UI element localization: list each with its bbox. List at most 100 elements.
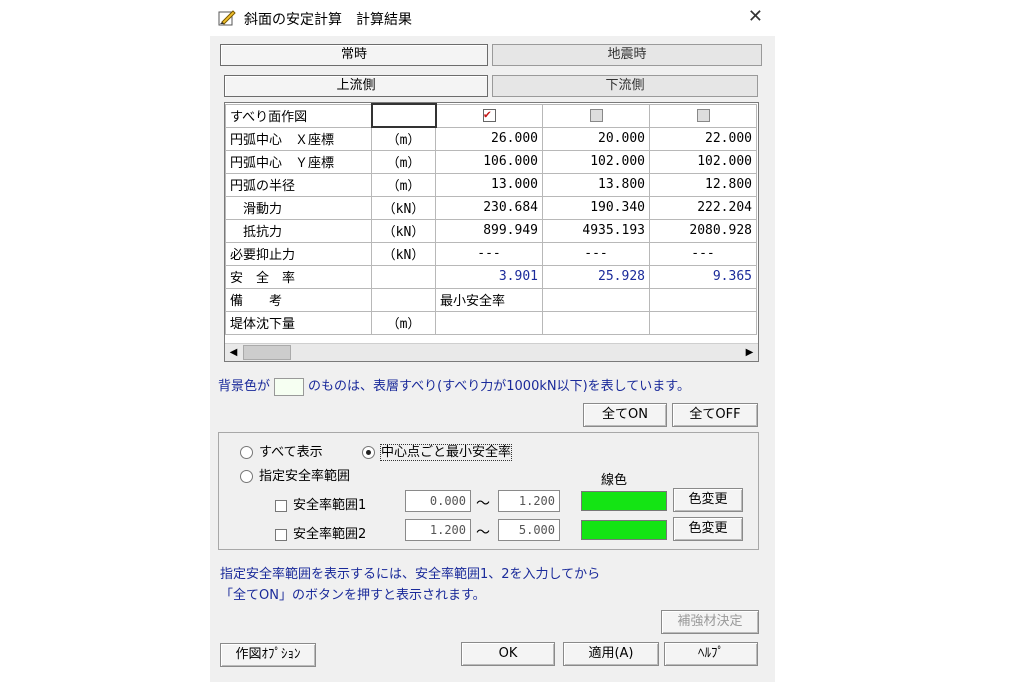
range2-color-button[interactable]: 色変更 bbox=[673, 517, 743, 541]
slip-draw-check-1[interactable] bbox=[435, 103, 543, 128]
slip-draw-check-2[interactable] bbox=[542, 103, 650, 128]
row-unit: （m） bbox=[371, 310, 436, 335]
title-bar: 斜面の安定計算 計算結果 ✕ bbox=[210, 0, 775, 36]
radio-label: 指定安全率範囲 bbox=[259, 469, 351, 484]
row-label: 安 全 率 bbox=[225, 264, 372, 289]
table-row: 滑動力 （kN） 230.684 190.340 222.204 bbox=[225, 195, 757, 220]
cell-value[interactable]: --- bbox=[435, 241, 543, 266]
cell-value[interactable] bbox=[649, 310, 757, 335]
cell-value[interactable]: 13.800 bbox=[542, 172, 650, 197]
scroll-left-icon[interactable]: ◀ bbox=[225, 344, 242, 361]
row-label: すべり面作図 bbox=[225, 103, 372, 128]
apply-button[interactable]: 適用(A) bbox=[563, 642, 659, 666]
table-row: 円弧中心 Ｙ座標 （m） 106.000 102.000 102.000 bbox=[225, 149, 757, 174]
range1-checkbox[interactable]: 安全率範囲1 bbox=[275, 494, 366, 513]
drawing-options-button[interactable]: 作図ｵﾌﾟｼｮﾝ bbox=[220, 643, 316, 667]
cell-value[interactable]: 899.949 bbox=[435, 218, 543, 243]
close-icon[interactable]: ✕ bbox=[748, 6, 763, 27]
tab-normal[interactable]: 常時 bbox=[220, 44, 488, 66]
note-text: 背景色が bbox=[218, 379, 271, 394]
safety-factor-value[interactable]: 3.901 bbox=[435, 264, 543, 289]
cell-value[interactable]: 4935.193 bbox=[542, 218, 650, 243]
ok-button[interactable]: OK bbox=[461, 642, 555, 666]
row-label: 抵抗力 bbox=[225, 218, 372, 243]
radio-show-all[interactable]: すべて表示 bbox=[240, 441, 323, 460]
cell-value[interactable]: 22.000 bbox=[649, 126, 757, 151]
app-icon bbox=[218, 10, 236, 26]
range-instruction-line2: 「全てON」のボタンを押すと表示されます。 bbox=[220, 588, 486, 603]
cell-value[interactable]: 222.204 bbox=[649, 195, 757, 220]
checkbox-label: 安全率範囲2 bbox=[293, 527, 367, 542]
cell-value[interactable] bbox=[542, 310, 650, 335]
table-row: 円弧中心 Ｘ座標 （m） 26.000 20.000 22.000 bbox=[225, 126, 757, 151]
range2-color-swatch bbox=[581, 520, 667, 540]
cell-value[interactable]: --- bbox=[542, 241, 650, 266]
cell-value[interactable]: 190.340 bbox=[542, 195, 650, 220]
cell-value[interactable]: 26.000 bbox=[435, 126, 543, 151]
remark-value[interactable] bbox=[649, 287, 757, 312]
cell-value[interactable] bbox=[435, 310, 543, 335]
range1-color-button[interactable]: 色変更 bbox=[673, 488, 743, 512]
radio-icon bbox=[240, 446, 253, 459]
table-row: 必要抑止力 （kN） --- --- --- bbox=[225, 241, 757, 266]
range2-checkbox[interactable]: 安全率範囲2 bbox=[275, 523, 366, 542]
tab-earthquake[interactable]: 地震時 bbox=[492, 44, 762, 66]
table-row: 円弧の半径 （m） 13.000 13.800 12.800 bbox=[225, 172, 757, 197]
row-unit bbox=[371, 287, 436, 312]
range1-from-input[interactable]: 0.000 bbox=[405, 490, 471, 512]
horizontal-scrollbar[interactable]: ◀ ▶ bbox=[225, 343, 758, 361]
reinforcement-decide-button[interactable]: 補強材決定 bbox=[661, 610, 759, 634]
cell-value[interactable]: 20.000 bbox=[542, 126, 650, 151]
checkbox-icon bbox=[275, 528, 287, 541]
checkbox-icon bbox=[589, 109, 603, 122]
tab-upstream[interactable]: 上流側 bbox=[224, 75, 488, 97]
all-on-button[interactable]: 全てON bbox=[583, 403, 667, 427]
results-table: すべり面作図 円弧中心 Ｘ座標 （m） 26.000 20.000 22.000… bbox=[225, 103, 757, 335]
background-swatch bbox=[274, 377, 305, 396]
cell-value[interactable]: 13.000 bbox=[435, 172, 543, 197]
row-label: 備 考 bbox=[225, 287, 372, 312]
cell-value[interactable]: --- bbox=[649, 241, 757, 266]
scroll-thumb[interactable] bbox=[243, 345, 291, 360]
cell-value[interactable]: 106.000 bbox=[435, 149, 543, 174]
cell-value[interactable]: 230.684 bbox=[435, 195, 543, 220]
radio-label: すべて表示 bbox=[259, 445, 323, 460]
slip-draw-check-3[interactable] bbox=[649, 103, 757, 128]
cell-value[interactable]: 102.000 bbox=[649, 149, 757, 174]
tilde-label: ～ bbox=[476, 525, 490, 541]
row-label: 円弧中心 Ｙ座標 bbox=[225, 149, 372, 174]
row-label: 堤体沈下量 bbox=[225, 310, 372, 335]
range1-to-input[interactable]: 1.200 bbox=[498, 490, 560, 512]
checkbox-icon bbox=[696, 109, 710, 122]
scroll-right-icon[interactable]: ▶ bbox=[741, 344, 758, 361]
remark-value[interactable]: 最小安全率 bbox=[435, 287, 543, 312]
cell-value[interactable]: 12.800 bbox=[649, 172, 757, 197]
range2-to-input[interactable]: 5.000 bbox=[498, 519, 560, 541]
table-row: 備 考 最小安全率 bbox=[225, 287, 757, 312]
table-row: 安 全 率 3.901 25.928 9.365 bbox=[225, 264, 757, 289]
safety-factor-value[interactable]: 9.365 bbox=[649, 264, 757, 289]
table-row: 抵抗力 （kN） 899.949 4935.193 2080.928 bbox=[225, 218, 757, 243]
row-label: 滑動力 bbox=[225, 195, 372, 220]
note-text: のものは、表層すべり(すべり力が1000kN以下)を表しています。 bbox=[308, 379, 690, 394]
all-off-button[interactable]: 全てOFF bbox=[672, 403, 758, 427]
cell-value[interactable]: 2080.928 bbox=[649, 218, 757, 243]
table-row: すべり面作図 bbox=[225, 103, 757, 128]
remark-value[interactable] bbox=[542, 287, 650, 312]
safety-factor-value[interactable]: 25.928 bbox=[542, 264, 650, 289]
help-button[interactable]: ﾍﾙﾌﾟ bbox=[664, 642, 758, 666]
row-label: 円弧の半径 bbox=[225, 172, 372, 197]
row-unit bbox=[370, 103, 437, 128]
tab-downstream[interactable]: 下流側 bbox=[492, 75, 758, 97]
checkbox-icon bbox=[275, 499, 287, 512]
row-unit: （kN） bbox=[371, 241, 436, 266]
radio-specified-range[interactable]: 指定安全率範囲 bbox=[240, 465, 350, 484]
window-title: 斜面の安定計算 計算結果 bbox=[244, 12, 412, 28]
cell-value[interactable]: 102.000 bbox=[542, 149, 650, 174]
radio-icon bbox=[240, 470, 253, 483]
range2-from-input[interactable]: 1.200 bbox=[405, 519, 471, 541]
checkbox-checked-icon bbox=[482, 107, 496, 122]
row-unit: （m） bbox=[371, 126, 436, 151]
row-label: 円弧中心 Ｘ座標 bbox=[225, 126, 372, 151]
radio-min-per-center[interactable]: 中心点ごと最小安全率 bbox=[362, 441, 513, 461]
